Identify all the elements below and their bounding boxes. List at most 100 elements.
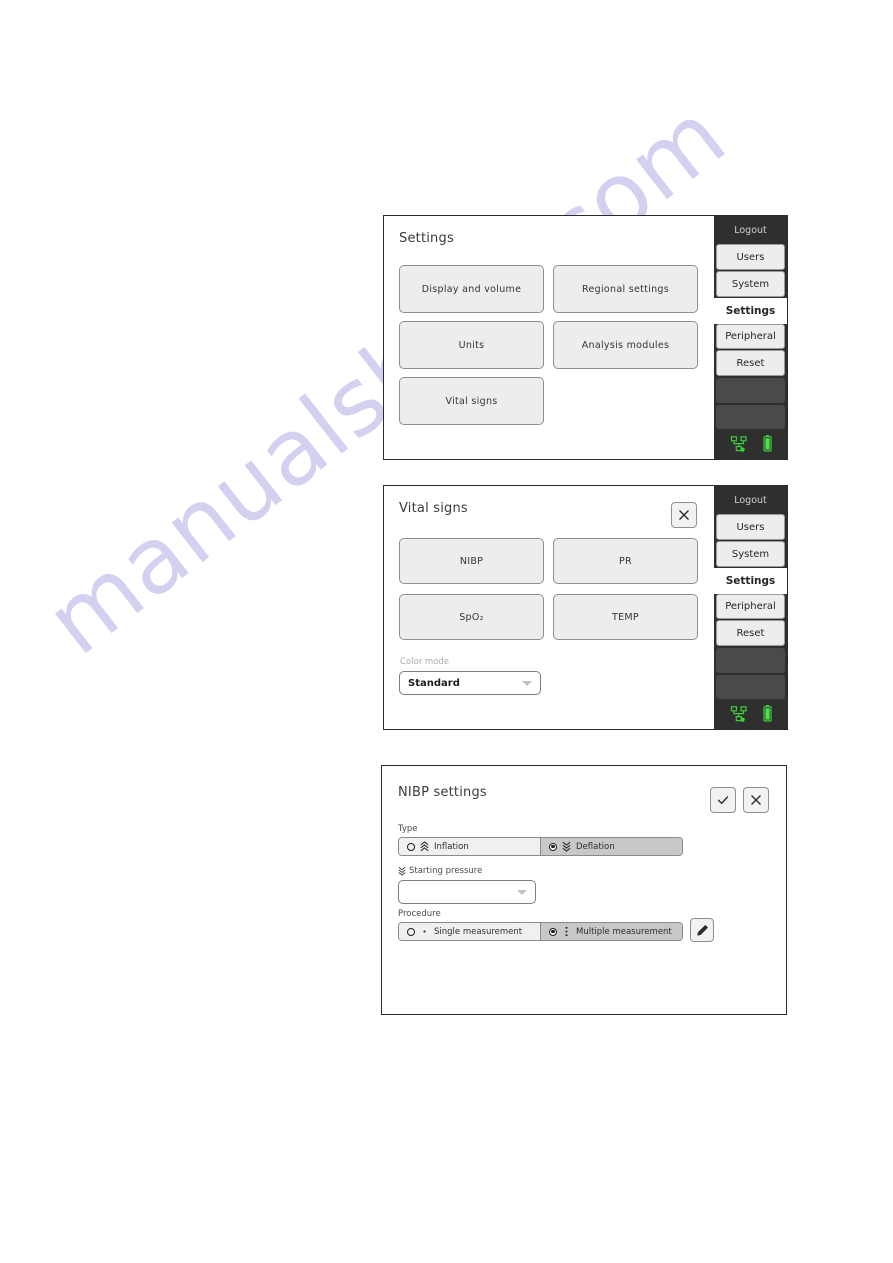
vital-signs-button-pr[interactable]: PR [553, 538, 698, 584]
sidebar-blank-slot [716, 674, 785, 700]
sidebar-item-label: System [731, 278, 770, 290]
network-icon [730, 435, 748, 452]
sidebar-item-label: Reset [736, 357, 765, 369]
sidebar-item-label: System [731, 548, 770, 560]
sidebar-logout[interactable]: Logout [714, 486, 787, 515]
confirm-button[interactable] [710, 787, 736, 813]
type-option-deflation[interactable]: Deflation [541, 838, 682, 855]
page-title: NIBP settings [398, 785, 487, 800]
option-label: Single measurement [434, 926, 523, 937]
sidebar-logout-label: Logout [734, 224, 767, 236]
type-radio-group: Inflation Deflation [398, 837, 683, 856]
device-screen-vital-signs: Vital signs NIBP PR SpO₂ TEMP Color mode… [383, 485, 788, 730]
close-icon [677, 508, 691, 522]
radio-button[interactable] [407, 927, 415, 936]
color-mode-dropdown[interactable]: Standard [399, 671, 541, 695]
sidebar-blank-slot [716, 404, 785, 430]
button-label: Analysis modules [581, 339, 670, 351]
settings-button-units[interactable]: Units [399, 321, 544, 369]
sidebar-item-label: Settings [725, 574, 776, 587]
nibp-settings-content: NIBP settings Type Inflation Deflation S… [382, 766, 786, 1014]
color-mode-value: Standard [408, 677, 460, 689]
pencil-icon [696, 924, 709, 937]
page-title: Settings [399, 231, 454, 246]
page-title: Vital signs [399, 501, 468, 516]
sidebar-item-peripheral[interactable]: Peripheral [716, 593, 785, 620]
three-dots-icon [562, 926, 571, 937]
close-button[interactable] [671, 502, 697, 528]
battery-icon [762, 435, 772, 452]
close-icon [749, 793, 763, 807]
sidebar-item-settings[interactable]: Settings [714, 297, 787, 324]
procedure-radio-group: Single measurement Multiple measurement [398, 922, 683, 941]
sidebar-item-label: Reset [736, 627, 765, 639]
chevron-down-icon [517, 889, 527, 895]
sidebar-item-label: Peripheral [725, 600, 776, 612]
starting-pressure-dropdown[interactable] [398, 880, 536, 904]
sidebar-status-bar [714, 430, 787, 459]
device-screen-settings: Settings Display and volume Regional set… [383, 215, 788, 460]
sidebar-item-label: Peripheral [725, 330, 776, 342]
sidebar: Logout Users System Settings Peripheral … [714, 216, 787, 459]
sidebar-item-label: Settings [725, 304, 776, 317]
sidebar-item-system[interactable]: System [716, 271, 785, 297]
procedure-option-single-measurement[interactable]: Single measurement [399, 923, 541, 940]
button-label: Display and volume [421, 283, 522, 295]
sidebar-blank-slot [716, 378, 785, 403]
sidebar-item-peripheral[interactable]: Peripheral [716, 323, 785, 350]
button-label: NIBP [459, 555, 484, 567]
option-label: Deflation [576, 841, 615, 852]
chevrons-up-icon [420, 841, 429, 852]
sidebar-item-users[interactable]: Users [716, 514, 785, 541]
sidebar-item-users[interactable]: Users [716, 244, 785, 271]
button-label: SpO₂ [459, 611, 484, 623]
radio-button[interactable] [407, 842, 415, 851]
edit-procedure-button[interactable] [690, 918, 714, 942]
page-root: manualshive.com Settings Display and vol… [0, 0, 893, 1263]
sidebar-item-reset[interactable]: Reset [716, 350, 785, 377]
starting-pressure-label-text: Starting pressure [409, 866, 483, 876]
button-label: Vital signs [445, 395, 498, 407]
battery-icon [762, 705, 772, 722]
type-label: Type [398, 824, 418, 834]
sidebar-item-system[interactable]: System [716, 541, 785, 567]
settings-button-regional-settings[interactable]: Regional settings [553, 265, 698, 313]
vital-signs-content: Vital signs NIBP PR SpO₂ TEMP Color mode… [384, 486, 714, 729]
button-label: TEMP [612, 611, 639, 623]
sidebar-status-bar [714, 700, 787, 729]
settings-button-analysis-modules[interactable]: Analysis modules [553, 321, 698, 369]
sidebar-logout-label: Logout [734, 494, 767, 506]
settings-button-display-and-volume[interactable]: Display and volume [399, 265, 544, 313]
vital-signs-button-temp[interactable]: TEMP [553, 594, 698, 640]
type-option-inflation[interactable]: Inflation [399, 838, 541, 855]
radio-button[interactable] [549, 842, 557, 851]
procedure-label: Procedure [398, 909, 441, 919]
button-label: Regional settings [582, 283, 669, 295]
sidebar-item-label: Users [736, 251, 765, 263]
close-button[interactable] [743, 787, 769, 813]
settings-button-vital-signs[interactable]: Vital signs [399, 377, 544, 425]
vital-signs-button-spo2[interactable]: SpO₂ [399, 594, 544, 640]
radio-button[interactable] [549, 927, 557, 936]
sidebar-blank-slot [716, 648, 785, 673]
procedure-option-multiple-measurement[interactable]: Multiple measurement [541, 923, 682, 940]
chevrons-down-icon [562, 841, 571, 852]
sidebar-item-settings[interactable]: Settings [714, 567, 787, 594]
sidebar-item-reset[interactable]: Reset [716, 620, 785, 647]
sidebar-logout[interactable]: Logout [714, 216, 787, 245]
chevron-down-icon [522, 680, 532, 686]
check-icon [716, 793, 730, 807]
color-mode-label: Color mode [400, 657, 449, 667]
network-icon [730, 705, 748, 722]
settings-content: Settings Display and volume Regional set… [384, 216, 714, 459]
vital-signs-button-nibp[interactable]: NIBP [399, 538, 544, 584]
button-label: PR [619, 555, 632, 567]
starting-pressure-label: Starting pressure [398, 866, 482, 876]
sidebar: Logout Users System Settings Peripheral … [714, 486, 787, 729]
device-screen-nibp-settings: NIBP settings Type Inflation Deflation S… [381, 765, 787, 1015]
sidebar-item-label: Users [736, 521, 765, 533]
option-label: Multiple measurement [576, 926, 672, 937]
single-dot-icon [420, 926, 429, 937]
button-label: Units [458, 339, 485, 351]
option-label: Inflation [434, 841, 469, 852]
